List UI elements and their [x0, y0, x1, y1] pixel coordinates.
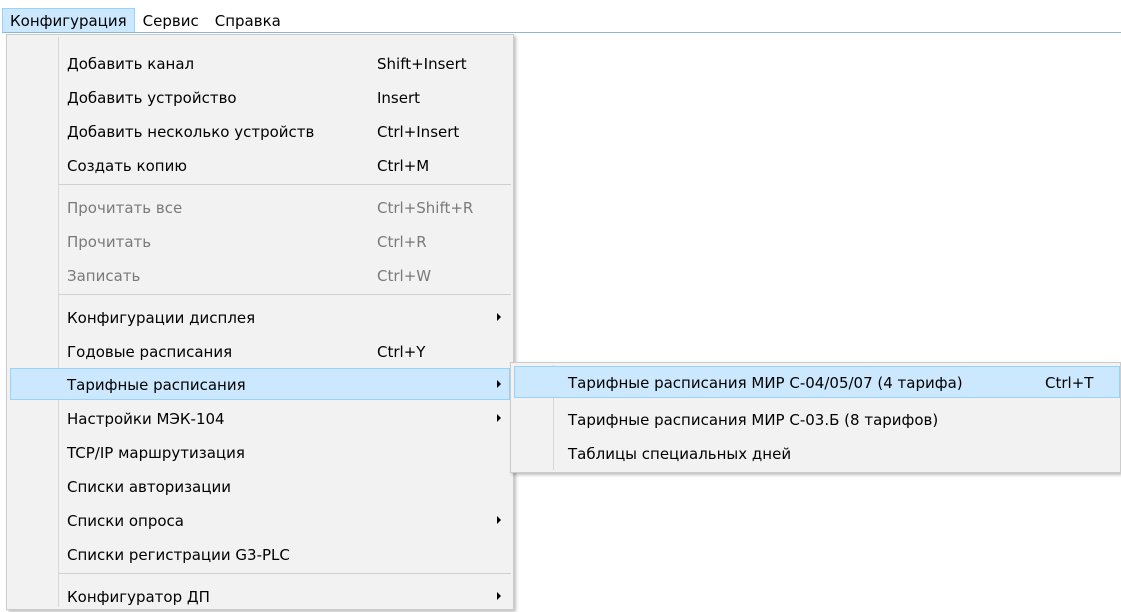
menu-item-shortcut: Ctrl+M	[377, 157, 430, 175]
submenu-arrow-icon	[497, 414, 501, 422]
menu-item-label: Таблицы специальных дней	[568, 445, 792, 463]
tariff-schedules-submenu: Тарифные расписания МИР С-04/05/07 (4 та…	[510, 362, 1121, 473]
menu-item-tcpip-routing[interactable]: TCP/IP маршрутизация	[10, 436, 510, 468]
menu-item-authorization-lists[interactable]: Списки авторизации	[10, 470, 510, 502]
menu-item-dp-configurator[interactable]: Конфигуратор ДП	[10, 580, 510, 612]
menu-item-read-all: Прочитать все Ctrl+Shift+R	[10, 191, 510, 223]
menu-item-shortcut: Ctrl+Insert	[377, 123, 460, 141]
submenu-item-tariff-mir-c04-05-07[interactable]: Тарифные расписания МИР С-04/05/07 (4 та…	[514, 366, 1120, 398]
menu-item-label: Тарифные расписания	[67, 376, 246, 394]
menu-item-label: Конфигуратор ДП	[67, 588, 210, 606]
menu-item-label: Добавить устройство	[67, 89, 237, 107]
menu-spravka[interactable]: Справка	[207, 8, 289, 33]
menu-item-g3plc-registration-lists[interactable]: Списки регистрации G3-PLC	[10, 538, 510, 570]
menu-item-label: Добавить канал	[67, 55, 195, 73]
menu-item-add-channel[interactable]: Добавить канал Shift+Insert	[10, 47, 510, 79]
menu-item-shortcut: Insert	[377, 89, 421, 107]
menu-item-shortcut: Ctrl+Y	[377, 343, 426, 361]
menu-item-display-configurations[interactable]: Конфигурации дисплея	[10, 301, 510, 333]
menu-bar: Конфигурация Сервис Справка	[0, 8, 1121, 33]
menu-item-label: Списки опроса	[67, 512, 184, 530]
submenu-item-special-days-tables[interactable]: Таблицы специальных дней	[514, 437, 1120, 469]
menu-item-tariff-schedules[interactable]: Тарифные расписания	[10, 368, 510, 400]
menu-item-shortcut: Shift+Insert	[377, 55, 467, 73]
menu-item-label: TCP/IP маршрутизация	[67, 444, 245, 462]
menu-servis[interactable]: Сервис	[135, 8, 207, 33]
menu-item-label: Прочитать	[67, 233, 152, 251]
menu-item-shortcut: Ctrl+T	[1045, 374, 1094, 392]
submenu-arrow-icon	[497, 592, 501, 600]
menu-item-polling-lists[interactable]: Списки опроса	[10, 504, 510, 536]
menu-item-label: Тарифные расписания МИР С-03.Б (8 тарифо…	[568, 411, 939, 429]
menu-item-read: Прочитать Ctrl+R	[10, 225, 510, 257]
menu-item-label: Годовые расписания	[67, 343, 233, 361]
menu-separator	[59, 184, 511, 185]
menu-item-iec104-settings[interactable]: Настройки МЭК-104	[10, 402, 510, 434]
configuration-dropdown-menu: Добавить канал Shift+Insert Добавить уст…	[6, 34, 514, 610]
menu-item-label: Списки регистрации G3-PLC	[67, 546, 290, 564]
menu-item-label: Тарифные расписания МИР С-04/05/07 (4 та…	[568, 374, 963, 392]
menu-item-label: Прочитать все	[67, 199, 183, 217]
menu-konfiguratsiya[interactable]: Конфигурация	[2, 8, 135, 33]
menu-item-shortcut: Ctrl+R	[377, 233, 427, 251]
menu-item-shortcut: Ctrl+Shift+R	[377, 199, 474, 217]
submenu-arrow-icon	[497, 380, 501, 388]
menu-separator	[59, 294, 511, 295]
submenu-item-tariff-mir-c03b[interactable]: Тарифные расписания МИР С-03.Б (8 тарифо…	[514, 403, 1120, 435]
menu-separator	[59, 573, 511, 574]
menu-item-write: Записать Ctrl+W	[10, 259, 510, 291]
menu-item-add-device[interactable]: Добавить устройство Insert	[10, 81, 510, 113]
submenu-arrow-icon	[497, 516, 501, 524]
menu-item-label: Настройки МЭК-104	[67, 410, 225, 428]
menu-item-add-multiple-devices[interactable]: Добавить несколько устройств Ctrl+Insert	[10, 115, 510, 147]
submenu-arrow-icon	[497, 313, 501, 321]
menu-item-label: Создать копию	[67, 157, 187, 175]
menubar-divider	[2, 32, 1121, 33]
menu-item-label: Записать	[67, 267, 141, 285]
menu-item-label: Конфигурации дисплея	[67, 309, 256, 327]
menu-item-label: Списки авторизации	[67, 478, 231, 496]
menu-item-annual-schedules[interactable]: Годовые расписания Ctrl+Y	[10, 335, 510, 367]
menu-item-label: Добавить несколько устройств	[67, 123, 315, 141]
menu-item-shortcut: Ctrl+W	[377, 267, 432, 285]
menu-item-create-copy[interactable]: Создать копию Ctrl+M	[10, 149, 510, 181]
